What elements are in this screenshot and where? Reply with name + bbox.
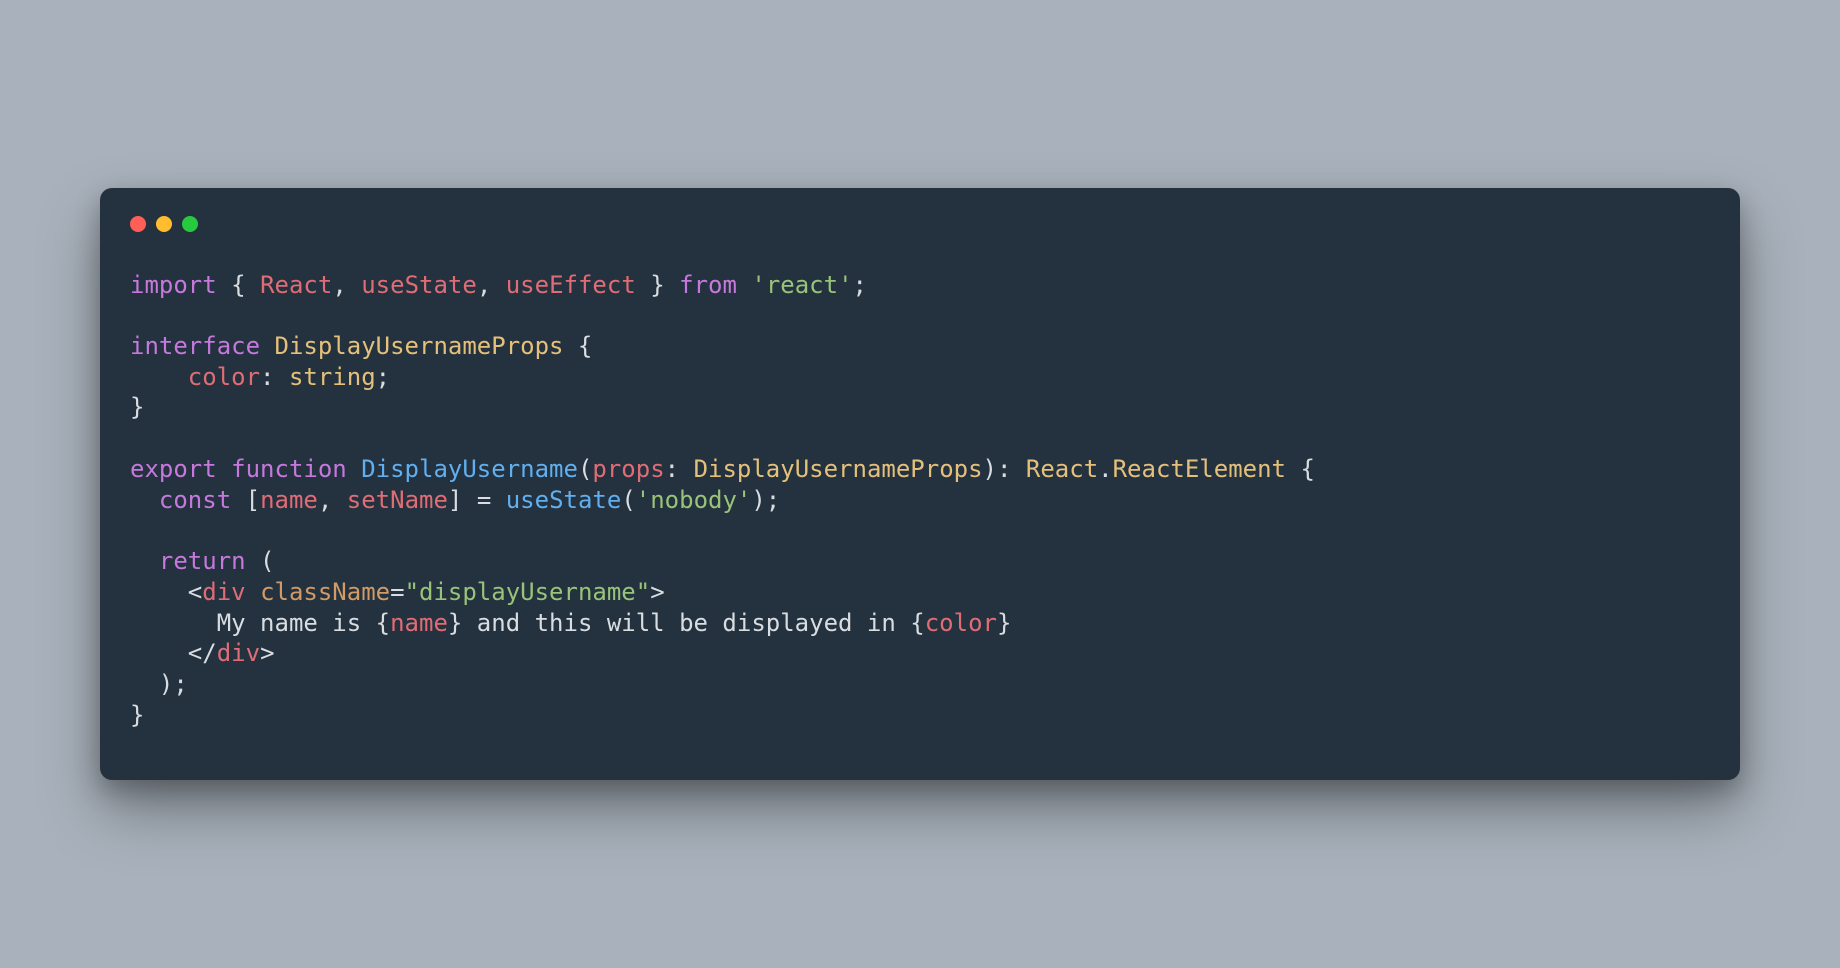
code-token: DisplayUsernameProps (275, 332, 564, 360)
code-token: } (130, 393, 144, 421)
code-token (246, 578, 260, 606)
code-token: useEffect (506, 271, 636, 299)
code-token: string (289, 363, 376, 391)
code-token: ; (853, 271, 867, 299)
code-token: </ (130, 639, 217, 667)
code-token: React (260, 271, 332, 299)
code-token: { (563, 332, 592, 360)
code-token: } (636, 271, 679, 299)
code-token: export (130, 455, 217, 483)
code-token: ): (983, 455, 1026, 483)
code-token (217, 455, 231, 483)
code-token: function (231, 455, 347, 483)
code-token: ( (578, 455, 592, 483)
code-token: and this will be displayed in (462, 609, 910, 637)
code-token: ( (621, 486, 635, 514)
code-token: color (925, 609, 997, 637)
code-token: { (1286, 455, 1315, 483)
code-token: DisplayUsername (361, 455, 578, 483)
code-token (737, 271, 751, 299)
code-token: , (332, 271, 361, 299)
code-token: DisplayUsernameProps (694, 455, 983, 483)
code-token: ); (751, 486, 780, 514)
code-token: My name is (130, 609, 376, 637)
close-icon[interactable] (130, 216, 146, 232)
code-token: > (650, 578, 664, 606)
code-token: > (260, 639, 274, 667)
code-token: . (1098, 455, 1112, 483)
zoom-icon[interactable] (182, 216, 198, 232)
code-token: props (592, 455, 664, 483)
code-token: "displayUsername" (405, 578, 651, 606)
code-token: { (376, 609, 390, 637)
code-token: import (130, 271, 217, 299)
window-titlebar (130, 216, 1710, 232)
code-token: } (448, 609, 462, 637)
code-token: { (217, 271, 260, 299)
code-token (130, 486, 159, 514)
code-token: } (997, 609, 1011, 637)
code-token: name (390, 609, 448, 637)
code-token: 'nobody' (636, 486, 752, 514)
code-token: React (1026, 455, 1098, 483)
code-token: 'react' (751, 271, 852, 299)
code-token: div (217, 639, 260, 667)
minimize-icon[interactable] (156, 216, 172, 232)
code-token: , (318, 486, 347, 514)
code-token: { (910, 609, 924, 637)
code-token: ReactElement (1113, 455, 1286, 483)
code-token (347, 455, 361, 483)
code-token (130, 547, 159, 575)
code-window: import { React, useState, useEffect } fr… (100, 188, 1740, 781)
code-token: useState (506, 486, 622, 514)
code-token: div (202, 578, 245, 606)
code-token: , (477, 271, 506, 299)
code-token: = (390, 578, 404, 606)
code-token: ( (246, 547, 275, 575)
code-token: from (679, 271, 737, 299)
code-token: } (130, 701, 144, 729)
code-token: < (130, 578, 202, 606)
code-token: className (260, 578, 390, 606)
code-token: ; (376, 363, 390, 391)
code-token: [ (231, 486, 260, 514)
code-token (130, 363, 188, 391)
code-token: const (159, 486, 231, 514)
code-token: setName (347, 486, 448, 514)
code-token: useState (361, 271, 477, 299)
code-token: color (188, 363, 260, 391)
code-token (260, 332, 274, 360)
code-token: return (159, 547, 246, 575)
code-token: interface (130, 332, 260, 360)
code-token: : (665, 455, 694, 483)
code-token: ] = (448, 486, 506, 514)
code-block: import { React, useState, useEffect } fr… (130, 270, 1710, 731)
code-token: ); (130, 670, 188, 698)
code-token: name (260, 486, 318, 514)
code-token: : (260, 363, 289, 391)
